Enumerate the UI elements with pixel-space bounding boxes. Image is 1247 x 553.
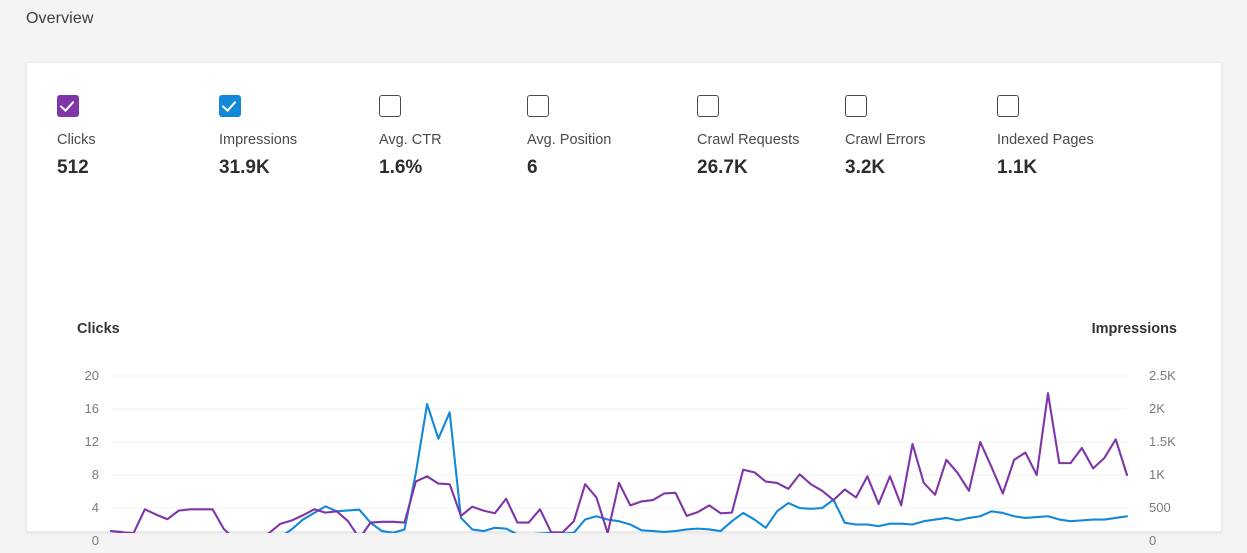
metric-label: Clicks — [57, 132, 96, 148]
checkbox-unchecked-icon[interactable] — [845, 95, 867, 117]
metric-label: Crawl Errors — [845, 132, 926, 148]
y-axis-left-tick: 0 — [91, 533, 99, 548]
y-axis-left-tick: 16 — [84, 401, 99, 416]
y-axis-right-tick: 2K — [1149, 401, 1165, 416]
overview-page: Overview Clicks 512 Impressions 31.9K Avg. C… — [0, 0, 1247, 553]
checkbox-checked-icon[interactable] — [219, 95, 241, 117]
metric-value: 6 — [527, 157, 538, 178]
metric-label: Avg. Position — [527, 132, 612, 148]
page-title: Overview — [26, 10, 94, 27]
y-axis-right-tick: 500 — [1149, 500, 1171, 515]
y-axis-left-tick: 4 — [91, 500, 99, 515]
metric-label: Crawl Requests — [697, 132, 800, 148]
metric-tile-list: Clicks 512 Impressions 31.9K Avg. CTR 1.6% Avg… — [27, 63, 1221, 193]
metric-tile-crawl-requests[interactable]: Crawl Requests 26.7K — [667, 63, 815, 193]
metric-value: 512 — [57, 157, 89, 178]
y-axis-left-tick: 12 — [84, 434, 99, 449]
metric-label: Avg. CTR — [379, 132, 442, 148]
metric-tile-indexed-pages[interactable]: Indexed Pages 1.1K — [967, 63, 1147, 193]
metric-value: 3.2K — [845, 157, 886, 178]
metric-tile-clicks[interactable]: Clicks 512 — [27, 63, 189, 193]
checkbox-unchecked-icon[interactable] — [527, 95, 549, 117]
y-axis-left-tick: 8 — [91, 467, 99, 482]
metric-tile-crawl-errors[interactable]: Crawl Errors 3.2K — [815, 63, 967, 193]
metric-tile-avg-ctr[interactable]: Avg. CTR 1.6% — [349, 63, 497, 193]
metric-label: Impressions — [219, 132, 298, 148]
metric-value: 26.7K — [697, 157, 748, 178]
chart-svg — [109, 375, 1129, 533]
overview-card: Clicks 512 Impressions 31.9K Avg. CTR 1.6% Avg… — [26, 62, 1222, 553]
y-axis-right-tick: 1.5K — [1149, 434, 1176, 449]
performance-chart: Clicks Impressions 0 4 8 12 16 20 0 500 1K 1.5K 2K… — [27, 245, 1221, 553]
checkbox-checked-icon[interactable] — [57, 95, 79, 117]
y-axis-left-tick: 20 — [84, 368, 99, 383]
metric-tile-impressions[interactable]: Impressions 31.9K — [189, 63, 349, 193]
metric-value: 31.9K — [219, 157, 270, 178]
metric-value: 1.1K — [997, 157, 1038, 178]
chart-line-impressions — [109, 392, 1129, 533]
metric-value: 1.6% — [379, 157, 423, 178]
metric-tile-avg-position[interactable]: Avg. Position 6 — [497, 63, 667, 193]
y-axis-right-tick: 1K — [1149, 467, 1165, 482]
y-axis-right-tick: 0 — [1149, 533, 1157, 548]
metric-label: Indexed Pages — [997, 132, 1094, 148]
checkbox-unchecked-icon[interactable] — [997, 95, 1019, 117]
checkbox-unchecked-icon[interactable] — [697, 95, 719, 117]
y-axis-right-tick: 2.5K — [1149, 368, 1176, 383]
checkbox-unchecked-icon[interactable] — [379, 95, 401, 117]
